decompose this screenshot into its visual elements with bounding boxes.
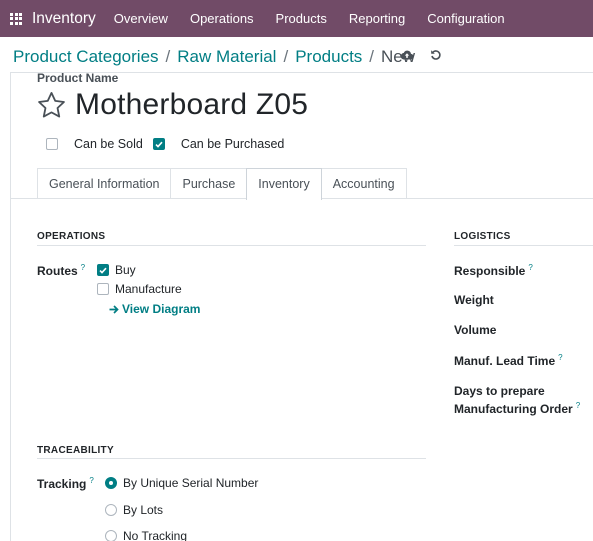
weight-label: Weight — [454, 293, 494, 307]
manuf-lead-time-label-text: Manuf. Lead Time — [454, 354, 556, 368]
operations-divider — [37, 245, 426, 246]
breadcrumb-separator: / — [283, 47, 289, 66]
logistics-section-title: LOGISTICS — [454, 231, 511, 242]
responsible-help-icon[interactable]: ? — [528, 263, 532, 272]
apps-grid-icon[interactable] — [10, 12, 22, 25]
routes-help-icon[interactable]: ? — [81, 263, 85, 272]
breadcrumb-separator: / — [369, 47, 375, 66]
responsible-label: Responsible? — [454, 263, 533, 278]
view-diagram-link[interactable]: View Diagram — [109, 302, 200, 316]
can-be-purchased-label: Can be Purchased — [180, 137, 285, 151]
route-option-manufacture[interactable]: Manufacture — [97, 282, 182, 296]
breadcrumb-product-categories[interactable]: Product Categories — [13, 47, 159, 67]
tracking-label: Tracking? — [37, 476, 94, 491]
route-manufacture-label: Manufacture — [115, 282, 182, 296]
app-name[interactable]: Inventory — [32, 10, 96, 28]
days-to-prepare-help-icon[interactable]: ? — [576, 401, 580, 410]
menu-products[interactable]: Products — [276, 11, 327, 26]
route-buy-checkbox[interactable] — [97, 264, 109, 276]
tab-purchase[interactable]: Purchase — [170, 168, 248, 199]
tracking-lots-label: By Lots — [123, 503, 164, 517]
can-be-purchased-checkbox[interactable] — [152, 138, 165, 150]
tracking-help-icon[interactable]: ? — [89, 476, 93, 485]
product-name-label: Product Name — [37, 71, 119, 85]
volume-label: Volume — [454, 323, 497, 337]
discard-undo-icon[interactable] — [430, 49, 442, 61]
tracking-label-text: Tracking — [37, 477, 87, 491]
manuf-lead-time-help-icon[interactable]: ? — [558, 353, 562, 362]
operations-section-title: OPERATIONS — [37, 231, 106, 242]
routes-label: Routes? — [37, 263, 85, 278]
tracking-serial-radio[interactable] — [105, 477, 117, 489]
can-be-sold-label: Can be Sold — [74, 137, 143, 151]
tracking-lots-radio[interactable] — [105, 504, 117, 516]
star-favorite-icon[interactable] — [37, 91, 66, 119]
responsible-label-text: Responsible — [454, 264, 526, 278]
days-to-prepare-label-line2: Manufacturing Order — [454, 402, 573, 416]
traceability-divider — [37, 458, 426, 459]
route-manufacture-checkbox[interactable] — [97, 283, 109, 295]
top-navbar: Inventory Overview Operations Products R… — [0, 0, 593, 37]
product-title-row: Motherboard Z05 — [37, 88, 308, 122]
breadcrumb-products[interactable]: Products — [295, 47, 362, 67]
arrow-right-icon — [109, 304, 119, 314]
breadcrumb-raw-material[interactable]: Raw Material — [177, 47, 276, 67]
tracking-serial-label: By Unique Serial Number — [123, 476, 259, 490]
route-option-buy[interactable]: Buy — [97, 263, 136, 277]
menu-operations[interactable]: Operations — [190, 11, 254, 26]
traceability-section-title: TRACEABILITY — [37, 445, 114, 456]
manuf-lead-time-label: Manuf. Lead Time? — [454, 353, 563, 368]
view-diagram-label: View Diagram — [122, 302, 201, 316]
tracking-option-none[interactable]: No Tracking — [105, 529, 187, 541]
product-name-input[interactable]: Motherboard Z05 — [75, 88, 308, 122]
cloud-upload-save-icon[interactable] — [400, 49, 414, 61]
route-buy-label: Buy — [115, 263, 136, 277]
menu-reporting[interactable]: Reporting — [349, 11, 405, 26]
tracking-option-serial[interactable]: By Unique Serial Number — [105, 476, 258, 490]
tracking-option-lots[interactable]: By Lots — [105, 503, 163, 517]
tab-accounting[interactable]: Accounting — [320, 168, 407, 199]
sale-purchase-flags: Can be Sold Can be Purchased — [46, 137, 294, 151]
record-actions — [400, 49, 458, 61]
menu-overview[interactable]: Overview — [114, 11, 168, 26]
tab-inventory[interactable]: Inventory — [246, 168, 322, 200]
tab-general-information[interactable]: General Information — [37, 168, 172, 199]
days-to-prepare-label: Manufacturing Order? — [454, 401, 580, 416]
menu-configuration[interactable]: Configuration — [427, 11, 504, 26]
breadcrumb-separator: / — [165, 47, 171, 66]
breadcrumb: Product Categories / Raw Material / Prod… — [13, 47, 415, 67]
form-tabs: General Information Purchase Inventory A… — [37, 168, 407, 200]
tracking-none-radio[interactable] — [105, 530, 117, 541]
days-to-prepare-label-line1: Days to prepare — [454, 384, 545, 398]
tracking-none-label: No Tracking — [123, 529, 188, 541]
routes-label-text: Routes — [37, 264, 78, 278]
logistics-divider — [454, 245, 593, 246]
can-be-sold-checkbox[interactable] — [46, 138, 58, 150]
